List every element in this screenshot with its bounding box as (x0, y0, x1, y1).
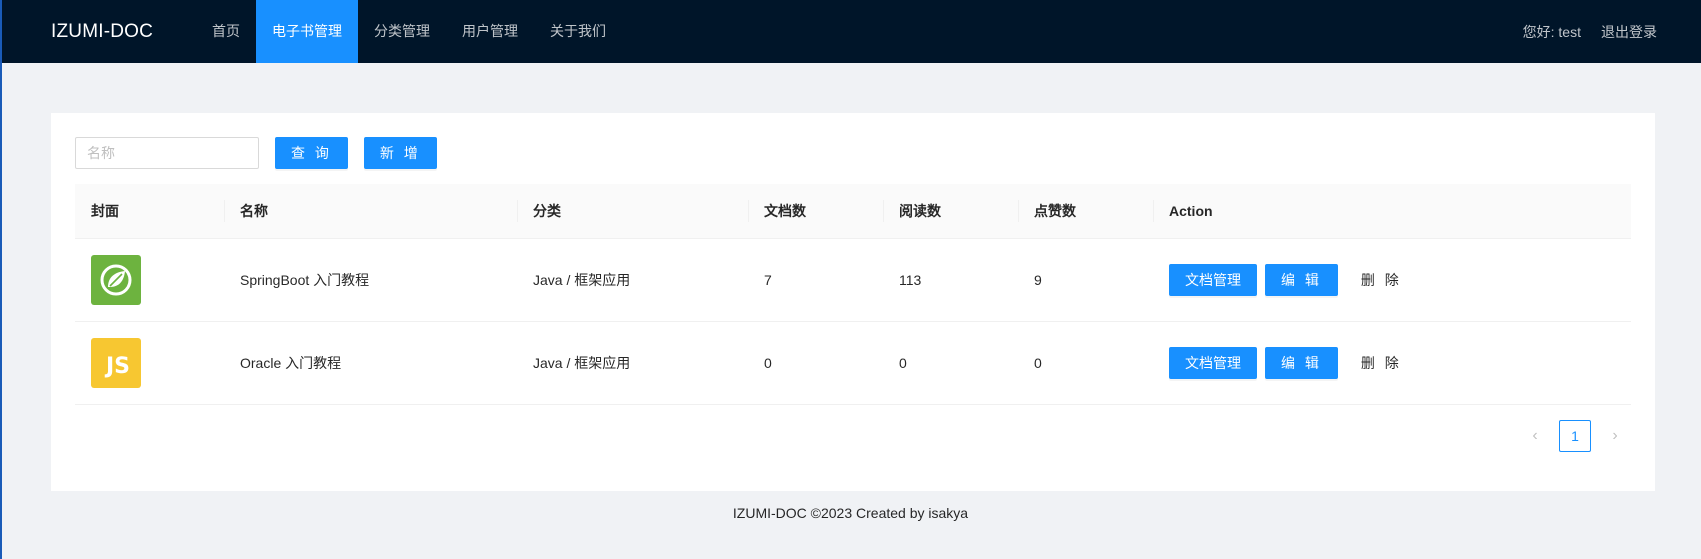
nav-item-category-management[interactable]: 分类管理 (358, 0, 446, 63)
chevron-left-icon[interactable]: ‹ (1519, 420, 1551, 452)
ebook-name: SpringBoot 入门教程 (240, 272, 370, 288)
chevron-right-icon[interactable]: › (1599, 420, 1631, 452)
window-edge (0, 0, 2, 559)
footer-text: IZUMI-DOC ©2023 Created by isakya (732, 505, 969, 521)
ebook-name: Oracle 入门教程 (240, 355, 342, 371)
doc-management-button[interactable]: 文档管理 (1169, 347, 1257, 379)
ebook-category: Java / 框架应用 (533, 355, 631, 371)
toolbar: 查 询 新 增 (75, 137, 437, 169)
user-greeting: 您好: test (1522, 23, 1581, 40)
doc-management-button[interactable]: 文档管理 (1169, 264, 1257, 296)
column-header-action: Action (1153, 200, 1631, 222)
table-row: SpringBoot 入门教程 Java / 框架应用 7 113 9 文档管理… (75, 239, 1631, 322)
nav-item-ebook-management[interactable]: 电子书管理 (256, 0, 358, 63)
column-header-like-count: 点赞数 (1018, 200, 1153, 222)
ebook-category: Java / 框架应用 (533, 272, 631, 288)
nav-item-user-management[interactable]: 用户管理 (446, 0, 534, 63)
table-header: 封面 名称 分类 文档数 阅读数 点赞数 Action (75, 184, 1631, 239)
search-input[interactable] (75, 137, 259, 169)
js-logo-icon: JS (91, 338, 141, 388)
delete-button[interactable]: 删 除 (1346, 264, 1417, 296)
edit-button[interactable]: 编 辑 (1265, 264, 1338, 296)
js-logo-text: JS (105, 353, 131, 379)
cover-cell: JS (75, 338, 224, 388)
view-count: 0 (899, 355, 907, 371)
spring-leaf-icon (91, 255, 141, 305)
ebook-table: 封面 名称 分类 文档数 阅读数 点赞数 Action SpringBoot 入… (75, 184, 1631, 405)
action-cell: 文档管理 编 辑 删 除 (1153, 264, 1631, 296)
cover-cell (75, 255, 224, 305)
column-header-name: 名称 (224, 200, 517, 222)
column-header-view-count: 阅读数 (883, 200, 1018, 222)
nav-item-about-us[interactable]: 关于我们 (534, 0, 622, 63)
doc-count: 0 (764, 355, 772, 371)
action-cell: 文档管理 编 辑 删 除 (1153, 347, 1631, 379)
page-number-current[interactable]: 1 (1559, 420, 1591, 452)
query-button[interactable]: 查 询 (275, 137, 348, 169)
column-header-doc-count: 文档数 (748, 200, 883, 222)
app-logo: IZUMI-DOC (51, 21, 154, 42)
nav-item-home[interactable]: 首页 (196, 0, 256, 63)
view-count: 113 (899, 272, 922, 288)
pagination: ‹ 1 › (1519, 420, 1631, 452)
main-content-card: 查 询 新 增 封面 名称 分类 文档数 阅读数 点赞数 Action (51, 113, 1655, 491)
column-header-cover: 封面 (91, 203, 119, 219)
like-count: 9 (1034, 272, 1042, 288)
table-row: JS Oracle 入门教程 Java / 框架应用 0 0 0 文档管理 编 … (75, 322, 1631, 405)
column-header-category: 分类 (517, 200, 748, 222)
user-area: 您好: test 退出登录 (1523, 0, 1657, 63)
logout-link[interactable]: 退出登录 (1601, 22, 1657, 42)
add-button[interactable]: 新 增 (363, 137, 437, 169)
delete-button[interactable]: 删 除 (1346, 347, 1417, 379)
doc-count: 7 (764, 272, 772, 288)
main-nav: 首页 电子书管理 分类管理 用户管理 关于我们 (196, 0, 622, 63)
like-count: 0 (1034, 355, 1042, 371)
edit-button[interactable]: 编 辑 (1265, 347, 1338, 379)
top-header: IZUMI-DOC 首页 电子书管理 分类管理 用户管理 关于我们 您好: te… (0, 0, 1701, 63)
